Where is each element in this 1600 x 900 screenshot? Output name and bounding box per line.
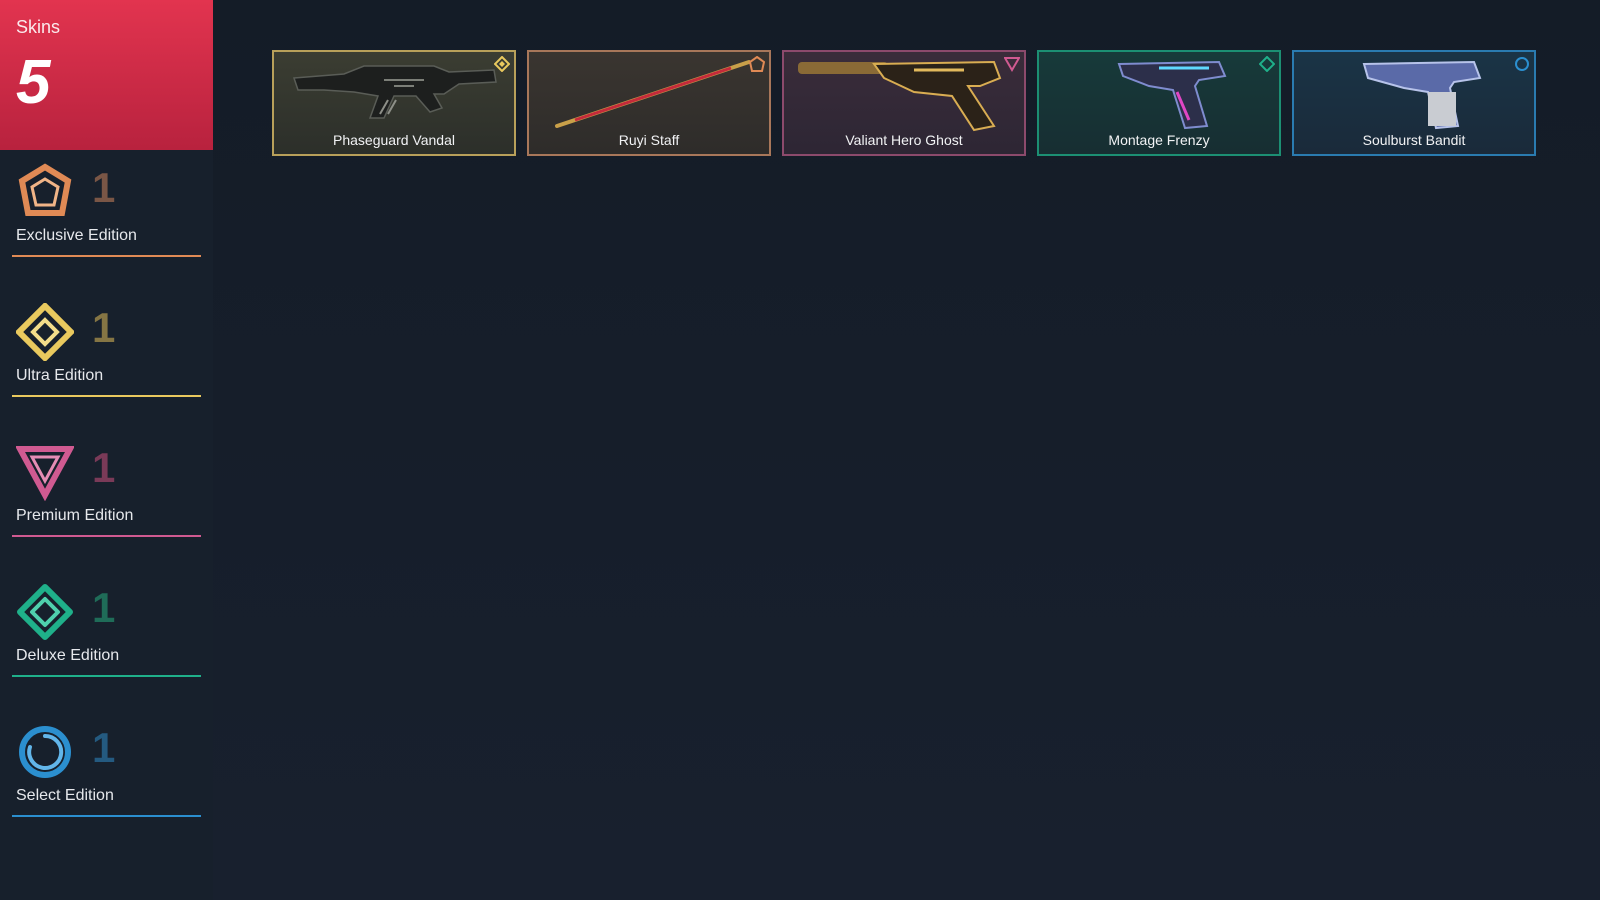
tier-name: Ultra Edition xyxy=(16,367,104,384)
tier-deluxe[interactable]: 1 Deluxe Edition xyxy=(12,583,201,677)
staff-icon xyxy=(555,60,751,128)
total-skins-label: Skins xyxy=(16,17,61,37)
pistol-icon xyxy=(1117,60,1227,130)
skin-card[interactable]: Montage Frenzy xyxy=(1037,50,1281,156)
tier-count: 1 xyxy=(92,724,116,771)
ultra-badge-icon xyxy=(494,56,510,72)
total-skins-box: Skins 5 xyxy=(0,0,213,150)
deluxe-tier-icon xyxy=(17,584,73,640)
tier-premium[interactable]: 1 Premium Edition xyxy=(12,443,201,537)
tier-name: Exclusive Edition xyxy=(16,227,137,244)
total-skins-count: 5 xyxy=(16,48,51,117)
premium-tier-icon xyxy=(16,446,74,501)
tier-name: Deluxe Edition xyxy=(16,647,120,664)
skin-name: Soulburst Bandit xyxy=(1362,132,1466,148)
rifle-icon xyxy=(292,65,497,119)
skin-card[interactable]: Valiant Hero Ghost xyxy=(782,50,1026,156)
exclusive-badge-icon xyxy=(749,56,765,72)
skin-name: Montage Frenzy xyxy=(1108,132,1210,148)
pistol-icon xyxy=(1362,60,1482,130)
select-tier-icon xyxy=(19,726,71,778)
tier-count: 1 xyxy=(92,164,116,211)
select-badge-icon xyxy=(1515,57,1529,71)
premium-badge-icon xyxy=(1004,57,1020,72)
exclusive-tier-icon xyxy=(18,163,72,216)
sidebar: Skins 5 1 Exclusive Edition 1 Ultra Edit… xyxy=(0,0,213,900)
tier-name: Select Edition xyxy=(16,787,114,804)
skin-card[interactable]: Phaseguard Vandal xyxy=(272,50,516,156)
skin-card[interactable]: Soulburst Bandit xyxy=(1292,50,1536,156)
tier-select[interactable]: 1 Select Edition xyxy=(12,723,201,817)
tier-exclusive[interactable]: 1 Exclusive Edition xyxy=(12,163,201,257)
tier-ultra[interactable]: 1 Ultra Edition xyxy=(12,303,201,397)
pistol-icon xyxy=(798,60,1002,132)
tier-name: Premium Edition xyxy=(16,507,134,524)
skin-card[interactable]: Ruyi Staff xyxy=(527,50,771,156)
skin-name: Valiant Hero Ghost xyxy=(845,132,963,148)
tier-count: 1 xyxy=(92,304,116,351)
ultra-tier-icon xyxy=(16,303,74,361)
deluxe-badge-icon xyxy=(1259,56,1275,72)
skin-name: Ruyi Staff xyxy=(618,132,680,148)
skin-name: Phaseguard Vandal xyxy=(333,132,455,148)
tier-count: 1 xyxy=(92,444,116,491)
tier-count: 1 xyxy=(92,584,116,631)
